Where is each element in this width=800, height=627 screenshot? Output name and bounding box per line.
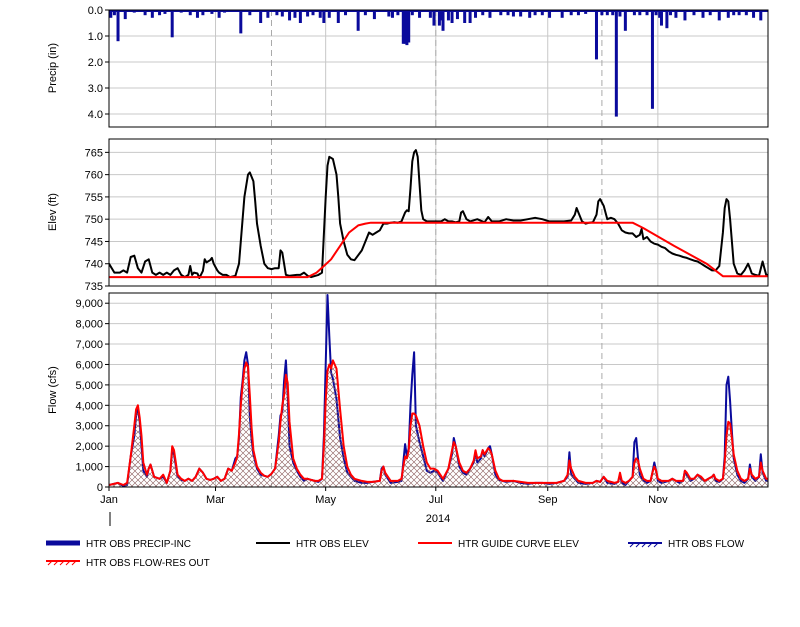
flow-ylabel: Flow (cfs) [47, 366, 59, 414]
legend-label-elev: HTR OBS ELEV [296, 539, 369, 550]
flow-plot-frame [108, 292, 769, 488]
precip-ytick-label: 2.0 [88, 57, 103, 69]
precip-bar [650, 10, 654, 109]
elev-series-1-line [109, 221, 768, 279]
x-axis-month-label: Jul [429, 494, 443, 506]
x-axis-month-label: May [315, 494, 336, 506]
precip-bar [614, 10, 618, 117]
elev-ytick-label: 745 [85, 236, 103, 248]
elev-panel: Elev (ft) 735 740 745 750 755 760 765 [47, 138, 769, 293]
flow-ytick-label: 9,000 [75, 298, 103, 310]
legend-label-guide-curve: HTR GUIDE CURVE ELEV [458, 539, 579, 550]
flow-series-1-area [109, 360, 768, 487]
precip-ytick-label: 4.0 [88, 109, 103, 121]
precip-bar [356, 10, 360, 31]
precip-ytick-label: 0.0 [88, 5, 103, 17]
precip-bar [665, 10, 669, 29]
x-axis-month-label: Mar [206, 494, 225, 506]
precip-panel: Precip (in) 0.0 1.0 2.0 3.0 4.0 [47, 5, 769, 128]
elev-ytick-label: 755 [85, 192, 103, 204]
elev-ytick-label: 765 [85, 147, 103, 159]
precip-bar [432, 10, 436, 26]
precip-bar [239, 10, 243, 34]
x-axis-month-label: Sep [538, 494, 558, 506]
x-axis: 2014 Jan Mar May Jul Sep Nov [100, 487, 668, 526]
precip-plot-frame [108, 9, 769, 128]
flow-panel: Flow (cfs) 0 1,000 2,000 3,000 4,000 5,000 6,0… [47, 292, 769, 494]
x-axis-month-label: Nov [648, 494, 668, 506]
legend-item-elev: HTR OBS ELEV [256, 539, 369, 550]
precip-bar [623, 10, 627, 31]
precip-bar [170, 10, 174, 38]
precip-bar [407, 10, 411, 43]
legend-label-obs-flow: HTR OBS FLOW [668, 539, 745, 550]
precip-bar [116, 10, 120, 42]
elev-ylabel: Elev (ft) [47, 193, 59, 231]
precip-ytick-label: 3.0 [88, 83, 103, 95]
flow-ytick-label: 7,000 [75, 339, 103, 351]
precip-bar [594, 10, 598, 60]
legend-item-obs-flow: HTR OBS FLOW [628, 539, 745, 550]
elev-ytick-label: 735 [85, 281, 103, 293]
elev-ytick-label: 750 [85, 214, 103, 226]
flow-ytick-label: 5,000 [75, 380, 103, 392]
precip-bar [659, 10, 663, 26]
flow-ytick-label: 0 [97, 482, 103, 494]
precip-ylabel: Precip (in) [47, 43, 59, 93]
flow-ytick-label: 1,000 [75, 462, 103, 474]
legend-item-guide-curve: HTR GUIDE CURVE ELEV [418, 539, 579, 550]
x-axis-year-label: 2014 [426, 513, 450, 525]
flow-ytick-label: 2,000 [75, 441, 103, 453]
legend-label-res-out: HTR OBS FLOW-RES OUT [86, 558, 210, 569]
legend-item-precip: HTR OBS PRECIP-INC [46, 539, 191, 550]
elev-ytick-label: 760 [85, 170, 103, 182]
precip-bar [441, 10, 445, 31]
x-axis-month-label: Jan [100, 494, 118, 506]
flow-ytick-label: 8,000 [75, 319, 103, 331]
flow-ytick-label: 4,000 [75, 400, 103, 412]
legend-item-res-out: HTR OBS FLOW-RES OUT [46, 558, 210, 569]
precip-ytick-label: 1.0 [88, 31, 103, 43]
legend: HTR OBS PRECIP-INC HTR OBS ELEV HTR GUID… [46, 539, 745, 569]
flow-ytick-label: 3,000 [75, 421, 103, 433]
flow-ytick-label: 6,000 [75, 359, 103, 371]
elev-ytick-label: 740 [85, 259, 103, 271]
elev-series-0-line [109, 149, 768, 279]
legend-label-precip: HTR OBS PRECIP-INC [86, 539, 191, 550]
chart-canvas: Precip (in) 0.0 1.0 2.0 3.0 4.0 Elev (ft) 73… [46, 5, 769, 569]
